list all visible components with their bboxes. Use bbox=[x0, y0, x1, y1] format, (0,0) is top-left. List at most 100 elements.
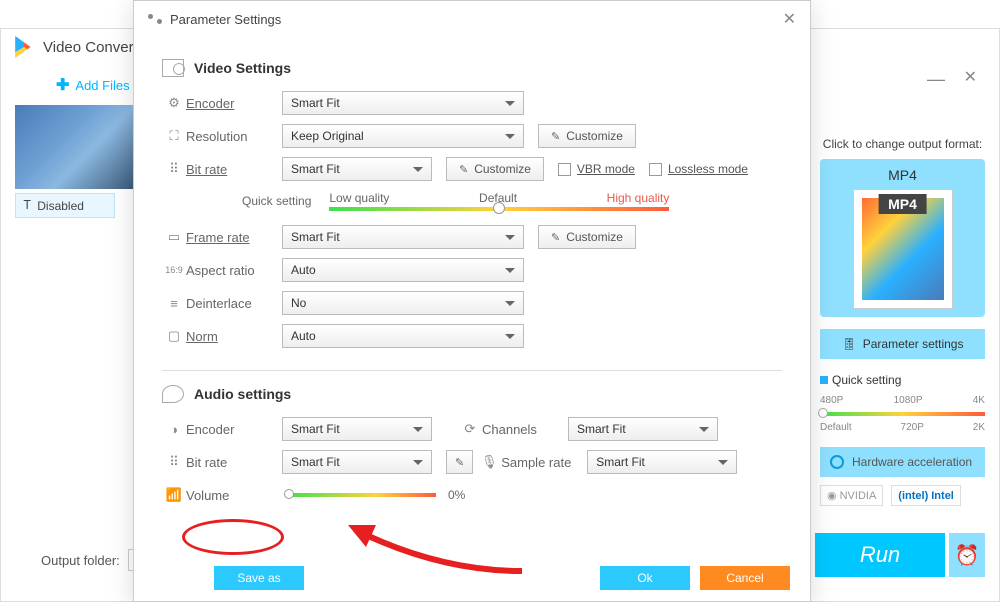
aspect-label: Aspect ratio bbox=[186, 263, 282, 278]
slider-thumb-icon[interactable] bbox=[818, 408, 828, 418]
checkbox-icon bbox=[558, 163, 571, 176]
bitrate-icon: ⠿ bbox=[162, 161, 186, 177]
dialog-close-button[interactable]: ✕ bbox=[783, 9, 796, 29]
video-section-header: Video Settings bbox=[162, 59, 782, 77]
hardware-accel-button[interactable]: Hardware acceleration bbox=[820, 447, 985, 477]
output-format-box[interactable]: MP4 MP4 bbox=[820, 159, 985, 317]
resolution-select[interactable]: Keep Original bbox=[282, 124, 524, 148]
dot-icon bbox=[820, 376, 828, 384]
qs-720p: 720P bbox=[901, 422, 924, 433]
parameter-settings-button[interactable]: 🎚 Parameter settings bbox=[820, 329, 985, 359]
deinterlace-select[interactable]: No bbox=[282, 291, 524, 315]
audio-section-header: Audio settings bbox=[162, 385, 782, 403]
resolution-label: Resolution bbox=[186, 129, 282, 144]
alarm-clock-icon: ⏰ bbox=[955, 543, 980, 568]
schedule-button[interactable]: ⏰ bbox=[949, 533, 985, 577]
window-close-button[interactable]: ✕ bbox=[964, 67, 977, 87]
run-button[interactable]: Run bbox=[815, 533, 945, 577]
audio-encoder-select[interactable]: Smart Fit bbox=[282, 417, 432, 441]
pencil-icon: ✎ bbox=[551, 130, 560, 143]
quick-setting-label: Quick setting bbox=[832, 373, 901, 387]
dialog-titlebar: Parameter Settings ✕ bbox=[134, 1, 810, 37]
change-format-label: Click to change output format: bbox=[820, 137, 985, 151]
intel-icon: (intel) bbox=[898, 490, 928, 502]
dialog-footer: Save as Ok Cancel bbox=[134, 563, 810, 593]
slider-thumb-icon[interactable] bbox=[284, 489, 294, 499]
audio-bitrate-select[interactable]: Smart Fit bbox=[282, 450, 432, 474]
bitrate-select[interactable]: Smart Fit bbox=[282, 157, 432, 181]
volume-slider[interactable] bbox=[286, 493, 436, 497]
cancel-button[interactable]: Cancel bbox=[700, 566, 790, 590]
video-encoder-select[interactable]: Smart Fit bbox=[282, 91, 524, 115]
pencil-icon: ✎ bbox=[459, 163, 468, 176]
resolution-customize-button[interactable]: ✎Customize bbox=[538, 124, 636, 148]
pencil-icon: ✎ bbox=[551, 231, 560, 244]
encoder-icon: ⚙ bbox=[162, 95, 186, 111]
checkbox-icon bbox=[649, 163, 662, 176]
samplerate-icon: 🎙 bbox=[477, 454, 501, 470]
volume-icon: 📶 bbox=[162, 487, 186, 503]
video-thumbnail-area: Ꭲ Disabled bbox=[15, 105, 133, 218]
qs-default: Default bbox=[820, 422, 852, 433]
gear-icon bbox=[830, 455, 844, 469]
param-btn-label: Parameter settings bbox=[863, 337, 964, 351]
qs-4k: 4K bbox=[973, 395, 985, 406]
save-as-button[interactable]: Save as bbox=[214, 566, 304, 590]
vbr-mode-checkbox[interactable]: VBR mode bbox=[558, 162, 635, 176]
gpu-row: ◉NVIDIA (intel)Intel bbox=[820, 485, 985, 506]
video-section-title: Video Settings bbox=[194, 60, 291, 76]
framerate-customize-button[interactable]: ✎Customize bbox=[538, 225, 636, 249]
audio-settings-icon bbox=[162, 385, 184, 403]
add-files-button[interactable]: ✚ Add Files bbox=[56, 75, 130, 95]
channels-icon: ⟳ bbox=[458, 421, 482, 437]
audio-bitrate-customize-button[interactable]: ✎ bbox=[446, 450, 473, 474]
pencil-icon: ✎ bbox=[455, 456, 464, 469]
audio-encoder-label: Encoder bbox=[186, 422, 282, 437]
audio-encoder-icon: ◑ bbox=[162, 422, 186, 437]
text-cursor-icon: Ꭲ bbox=[24, 198, 31, 213]
volume-label: Volume bbox=[186, 488, 282, 503]
samplerate-label: Sample rate bbox=[501, 455, 587, 470]
aspect-select[interactable]: Auto bbox=[282, 258, 524, 282]
minimize-button[interactable]: — bbox=[927, 69, 945, 90]
audio-bitrate-icon: ⠿ bbox=[162, 454, 186, 470]
format-preview: MP4 bbox=[853, 189, 953, 309]
framerate-label: Frame rate bbox=[186, 230, 282, 245]
quality-slider[interactable] bbox=[329, 207, 669, 211]
quick-setting-label: Quick setting bbox=[242, 194, 311, 208]
settings-icon bbox=[148, 12, 162, 26]
nvidia-icon: ◉ bbox=[827, 489, 837, 502]
channels-select[interactable]: Smart Fit bbox=[568, 417, 718, 441]
video-settings-icon bbox=[162, 59, 184, 77]
app-logo-icon bbox=[13, 36, 35, 58]
video-thumbnail[interactable] bbox=[15, 105, 133, 189]
framerate-select[interactable]: Smart Fit bbox=[282, 225, 524, 249]
lossless-mode-checkbox[interactable]: Lossless mode bbox=[649, 162, 748, 176]
deinterlace-icon: ≡ bbox=[162, 296, 186, 311]
resolution-icon: ⛶ bbox=[162, 128, 186, 144]
quick-setting-slider[interactable] bbox=[820, 412, 985, 416]
intel-badge[interactable]: (intel)Intel bbox=[891, 485, 961, 506]
ok-button[interactable]: Ok bbox=[600, 566, 690, 590]
parameter-settings-dialog: Parameter Settings ✕ Video Settings ⚙ En… bbox=[133, 0, 811, 602]
bitrate-customize-button[interactable]: ✎Customize bbox=[446, 157, 544, 181]
channels-label: Channels bbox=[482, 422, 568, 437]
norm-label: Norm bbox=[186, 329, 282, 344]
norm-select[interactable]: Auto bbox=[282, 324, 524, 348]
qs-1080p: 1080P bbox=[894, 395, 923, 406]
low-quality-label: Low quality bbox=[329, 191, 389, 205]
right-panel: Click to change output format: MP4 MP4 🎚… bbox=[820, 137, 985, 506]
encoder-label: Encoder bbox=[186, 96, 282, 111]
dialog-title: Parameter Settings bbox=[170, 12, 281, 27]
output-folder-label: Output folder: bbox=[41, 553, 120, 568]
audio-bitrate-label: Bit rate bbox=[186, 455, 282, 470]
sliders-icon: 🎚 bbox=[842, 337, 857, 351]
slider-thumb-icon[interactable] bbox=[493, 202, 505, 214]
samplerate-select[interactable]: Smart Fit bbox=[587, 450, 737, 474]
mp4-badge: MP4 bbox=[878, 194, 927, 214]
nvidia-badge[interactable]: ◉NVIDIA bbox=[820, 485, 883, 506]
format-label: MP4 bbox=[828, 167, 977, 183]
quality-quick-setting-row: Quick setting Low quality Default High q… bbox=[162, 191, 782, 211]
disabled-tag[interactable]: Ꭲ Disabled bbox=[15, 193, 115, 218]
aspect-icon: 16:9 bbox=[162, 265, 186, 275]
